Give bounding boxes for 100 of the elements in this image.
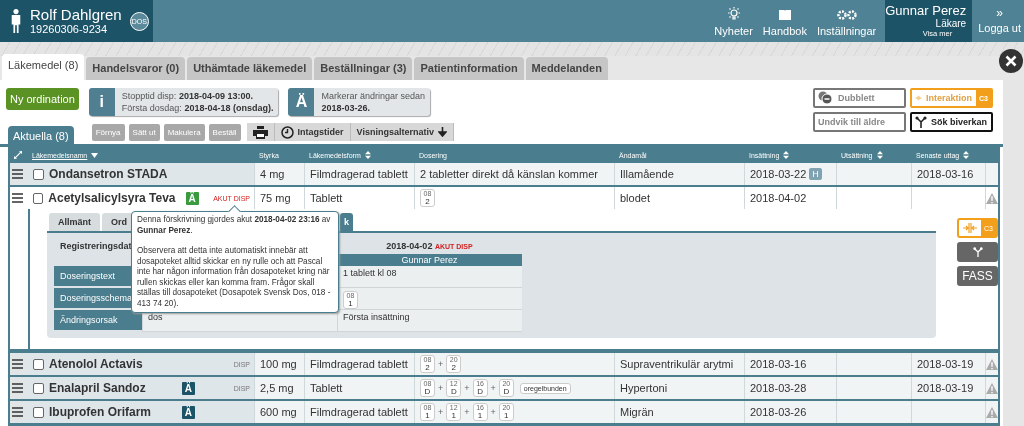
table-cell: Hypertoni [615,377,745,399]
menu-icon[interactable] [12,169,23,179]
checkbox[interactable] [33,382,44,394]
printer-icon [252,125,268,139]
plus-sign: + [438,359,444,369]
table-cell: 2018-03-19 [917,382,974,394]
change-badge: Ä [185,191,199,205]
new-order-button[interactable]: Ny ordination [6,88,79,110]
tab[interactable]: Patientinformation [414,57,524,80]
menu-icon[interactable] [12,359,23,369]
table-cell: Supraventrikulär arytmi [615,353,745,375]
patient-id: 19260306-9234 [30,23,109,35]
table-cell: 2018-03-22 [750,168,807,180]
h-badge: H [809,168,822,180]
checkbox[interactable] [33,358,44,370]
check-button[interactable]: Undvik till äldre [813,112,906,132]
table-cell: Första insättning [343,312,410,322]
tab[interactable]: Meddelanden [525,57,608,80]
tab[interactable]: Beställningar (3) [314,57,413,80]
registration-date: 2018-04-02 [386,241,433,251]
menu-icon[interactable] [12,407,23,417]
sort-icon[interactable] [963,151,970,159]
table-cell: 1 tablett kl 08 [343,268,397,278]
expand-icon[interactable] [14,151,22,159]
close-icon[interactable] [999,49,1023,73]
book-icon [777,9,792,21]
notice-text: 2018-03-26. [321,102,371,114]
checkbox[interactable] [33,192,44,204]
detail-tab[interactable]: Allmänt [49,213,100,231]
plus-sign: + [464,407,470,417]
sort-icon[interactable] [783,151,790,159]
tab[interactable]: Handelsvaror (0) [86,57,186,80]
column-header: Gunnar Perez [337,254,522,266]
tooltip-text: Denna förskrivning gjordes akut 2018-04-02 23:16 av Gunnar Perez. [137,215,332,236]
table-cell: 75 mg [255,187,305,209]
plus-sign: + [464,383,470,393]
user-role: Läkare [935,18,967,29]
arrow-down-icon [438,127,447,137]
table-cell: Tablett [305,187,415,209]
check-button[interactable]: Sök biverkan [910,112,993,132]
nav-link[interactable]: Nyheter [709,0,758,42]
branch-icon [915,116,927,128]
logout-link[interactable]: » Logga ut [972,0,1024,42]
tab[interactable]: Läkemedel (8) [2,54,85,80]
medication-name[interactable]: Atenolol Actavis [49,357,143,371]
table-cell: 2018-03-28 [750,382,807,394]
table-cell: blodet [615,187,745,209]
tooltip-text: Observera att detta inte automatiskt innebär att dosapoteket alltid skickar en ny rulle och att Pascal inte har någon information från dosapoteket kring när rullen skickas eller kan komma fram. Frågor skall ställas till dosapoteket (Dosapotek Svensk Dos, 018 - 413 74 20). [137,246,332,309]
table-cell: dos [148,312,163,322]
list-tab[interactable]: Aktuella (8) [8,126,74,144]
notice-text: Första dosdag: 2018-04-18 (onsdag). [121,102,274,114]
table-cell: 600 mg [255,401,305,423]
change-badge: Ä [181,381,195,395]
table-cell: 2018-03-16 [750,358,807,370]
row-label: Ändringsorsak [54,310,142,331]
table-cell: 2,5 mg [255,377,305,399]
plus-sign: + [490,407,496,417]
nav-link[interactable]: Handbok [757,0,812,42]
tab[interactable]: Uthämtade läkemedel [187,57,313,80]
checkbox[interactable] [33,406,44,418]
check-button[interactable]: Dubblett [813,88,906,108]
clock-icon [280,125,294,139]
medication-name[interactable]: Ibuprofen Orifarm [49,405,151,419]
table-cell: Tablett [305,377,415,399]
change-badge: Ä [181,405,195,419]
plus-sign: + [490,383,496,393]
sort-down-icon[interactable] [91,152,99,158]
menu-icon[interactable] [12,383,23,393]
medication-name[interactable]: Enalapril Sandoz [49,381,146,395]
table-cell: 4 mg [255,163,305,185]
lightbulb-icon [725,7,742,21]
gears-icon [836,9,857,21]
duplicate-icon [818,91,834,105]
patient-name: Rolf Dahlgren [30,7,122,23]
detail-tab[interactable]: k [340,213,354,231]
table-cell: Migrän [615,401,745,423]
notice-icon: Ä [288,88,315,116]
table-cell: 2018-03-19 [917,358,974,370]
nav-link[interactable]: Inställningar [811,0,882,42]
plus-sign: + [438,407,444,417]
notice-text: Stopptid disp: 2018-04-09 13:00. [121,90,254,102]
table-cell: 2018-03-26 [750,406,807,418]
notice-text: Markerar ändringar sedan [321,90,425,102]
side-effect-button[interactable] [957,242,998,262]
sort-icon[interactable] [876,151,883,159]
fass-button[interactable]: FASS [957,266,998,286]
branch-icon [972,247,983,257]
interaction-icon [915,93,923,103]
checkbox[interactable] [33,168,44,180]
medication-name[interactable]: Acetylsalicylsyra Teva [48,191,176,205]
table-cell: Illamående [615,163,745,185]
table-cell: Filmdragerad tablett [305,353,415,375]
table-row[interactable]: Ondansetron STADA 4 mg Filmdragerad tablett 2 tabletter direkt då känslan kommer Illamående 2018-03-22 H 2018-03-16 [10,163,998,185]
table-cell: 2 tabletter direkt då känslan kommer [415,163,615,185]
notice-icon: i [88,88,115,116]
sort-icon[interactable] [364,151,371,159]
user-name: Gunnar Perez [885,3,967,18]
interaction-icon [962,223,978,233]
print-button[interactable] [246,123,275,141]
menu-icon[interactable] [12,193,23,203]
